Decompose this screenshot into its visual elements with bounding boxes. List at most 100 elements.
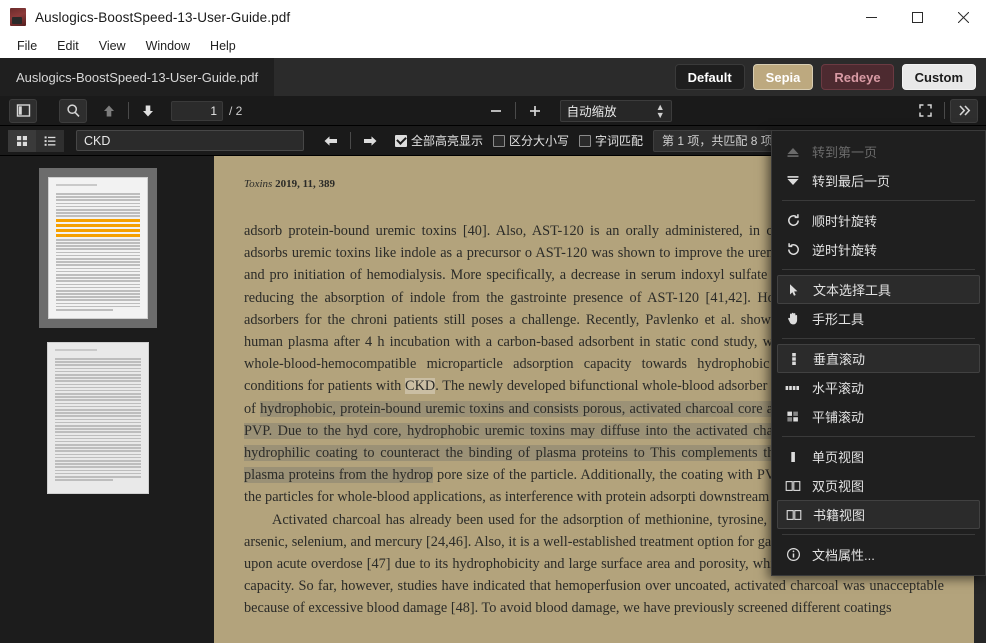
thumbnail-page-2[interactable] [47,342,149,494]
menu-rotate-counterclockwise[interactable]: 逆时针旋转 [772,235,985,264]
menu-even-spreads[interactable]: 书籍视图 [777,500,980,529]
menu-rotate-clockwise-label: 顺时针旋转 [812,214,878,229]
presentation-mode-icon[interactable] [911,99,939,123]
highlight-all-label: 全部高亮显示 [411,134,484,148]
menu-item-window[interactable]: Window [136,36,200,56]
whole-words-checkbox[interactable]: 字词匹配 [579,132,643,149]
secondary-tools-menu[interactable]: 转到第一页 转到最后一页 顺时针旋转 逆时针旋转 文本选择工具 手形工具 垂直滚… [771,130,986,576]
grid-icon[interactable] [8,129,36,152]
horizontal-scroll-icon [784,381,802,395]
theme-button-default[interactable]: Default [674,64,745,90]
find-results-count: 第 1 项，共匹配 8 项 [653,129,782,152]
menu-item-edit[interactable]: Edit [47,36,89,56]
menu-horizontal-scroll[interactable]: 水平滚动 [772,373,985,402]
vertical-scroll-icon [785,352,803,366]
menu-hand-tool[interactable]: 手形工具 [772,304,985,333]
sidebar-view-toggle [8,129,64,152]
menu-separator-1 [782,200,975,201]
page-number-input[interactable] [171,100,223,121]
find-input[interactable] [76,130,304,151]
sidebar-toggle-icon[interactable] [9,98,37,123]
toolbar-separator-3 [944,102,945,119]
main-toolbar: / 2 自动缩放 ▲▼ [0,96,986,126]
find-separator [350,132,351,149]
match-case-checkbox[interactable]: 区分大小写 [493,132,569,149]
zoom-out-icon[interactable] [482,99,510,123]
theme-button-sepia[interactable]: Sepia [752,64,814,90]
doc-line-12: patients with [327,378,406,395]
theme-button-custom[interactable]: Custom [901,64,976,90]
menu-odd-spreads-label: 双页视图 [812,479,865,494]
menu-separator-5 [782,534,975,535]
thumbnail-page-2-image [47,342,149,494]
no-spreads-icon [784,450,802,464]
even-spreads-icon [785,508,803,522]
thumbnail-page-1[interactable] [39,168,157,328]
menu-document-properties-label: 文档属性... [812,548,875,563]
window-title: Auslogics-BoostSpeed-13-User-Guide.pdf [35,9,291,25]
menu-hand-tool-label: 手形工具 [812,312,865,327]
doc-line-1: adsorb protein-bound uremic toxins [40].… [244,223,761,239]
title-bar: Auslogics-BoostSpeed-13-User-Guide.pdf [0,0,986,34]
document-properties-icon [784,547,802,562]
theme-button-redeye[interactable]: Redeye [821,64,894,90]
doc-line-13: . The newly developed bifunctional whole… [435,378,798,395]
menu-even-spreads-label: 书籍视图 [813,508,866,523]
tab-active-document[interactable]: Auslogics-BoostSpeed-13-User-Guide.pdf [0,58,275,96]
menu-go-to-last-page[interactable]: 转到最后一页 [772,166,985,195]
menu-item-file[interactable]: File [7,36,47,56]
pdf-file-icon [10,8,26,26]
menu-wrapped-scroll[interactable]: 平铺滚动 [772,402,985,431]
doc-line-15: hydrophobic, protein-bound uremic toxins… [260,400,579,417]
more-tools-icon[interactable] [950,98,978,123]
running-head-rest: 2019, 11, 389 [272,178,335,190]
wrapped-scroll-icon [784,410,802,424]
hand-tool-icon [784,311,802,326]
menu-separator-4 [782,436,975,437]
find-previous-icon[interactable] [317,129,345,153]
menu-document-properties[interactable]: 文档属性... [772,540,985,569]
menu-odd-spreads[interactable]: 双页视图 [772,471,985,500]
page-total-label: / 2 [229,103,243,118]
minimize-icon[interactable] [848,0,894,34]
menu-item-help[interactable]: Help [200,36,246,56]
go-to-last-page-icon [784,174,802,188]
next-page-icon[interactable] [134,99,162,123]
toolbar-separator-2 [514,102,516,119]
thumbnail-page-1-image [48,177,148,319]
menu-go-to-first-page-label: 转到第一页 [812,145,878,160]
thumbnail-sidebar[interactable] [0,156,196,643]
pdf-reader-window: Auslogics-BoostSpeed-13-User-Guide.pdf F… [0,0,986,643]
text-select-tool-icon [785,283,803,297]
menu-rotate-counterclockwise-label: 逆时针旋转 [812,243,878,258]
find-next-icon[interactable] [356,129,384,153]
zoom-in-icon[interactable] [521,99,549,123]
menu-go-to-first-page[interactable]: 转到第一页 [772,137,985,166]
menu-vertical-scroll[interactable]: 垂直滚动 [777,344,980,373]
search-icon[interactable] [59,98,87,123]
chevron-updown-icon: ▲ ▼ [655,101,665,120]
toolbar-separator-1 [128,102,129,119]
maximize-icon[interactable] [894,0,940,34]
close-icon[interactable] [940,0,986,34]
menu-no-spreads[interactable]: 单页视图 [772,442,985,471]
doc2-line-1: Activated charcoal has already been used… [272,511,793,528]
menu-wrapped-scroll-label: 平铺滚动 [812,410,865,425]
menu-separator-2 [782,269,975,270]
previous-page-icon[interactable] [95,99,123,123]
highlight-all-checkbox[interactable]: 全部高亮显示 [395,132,483,149]
odd-spreads-icon [784,479,802,493]
menu-text-select-tool[interactable]: 文本选择工具 [777,275,980,304]
zoom-level-select[interactable]: 自动缩放 ▲ ▼ [559,99,672,122]
menu-vertical-scroll-label: 垂直滚动 [813,352,866,367]
menu-go-to-last-page-label: 转到最后一页 [812,174,891,189]
menu-item-view[interactable]: View [89,36,136,56]
match-case-label: 区分大小写 [509,134,570,148]
menu-horizontal-scroll-label: 水平滚动 [812,381,865,396]
highlight-all-checkbox-box [395,134,407,147]
menu-rotate-clockwise[interactable]: 顺时针旋转 [772,206,985,235]
window-controls [848,0,986,34]
menu-bar: File Edit View Window Help [0,34,986,58]
rotate-counterclockwise-icon [784,242,802,257]
list-icon[interactable] [36,129,64,152]
